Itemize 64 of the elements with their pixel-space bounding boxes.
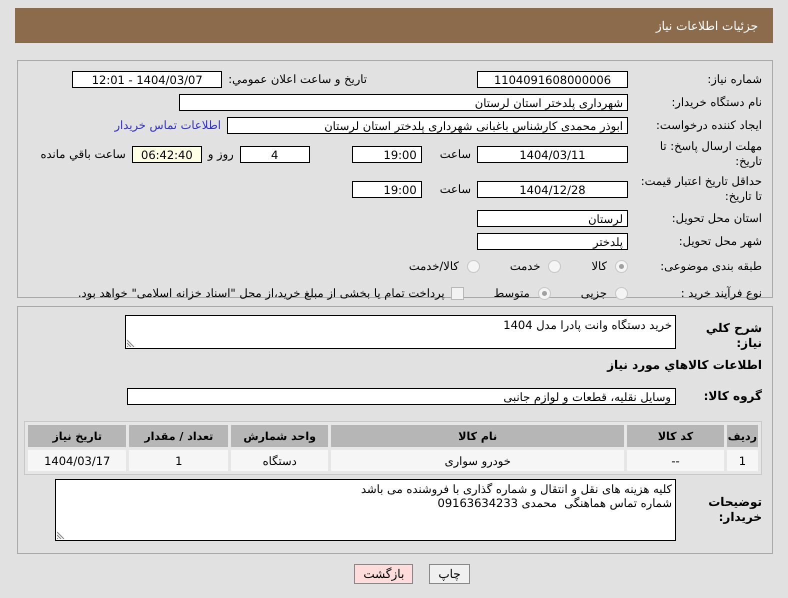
announce-date-field: 1404/03/07 - 12:01 (72, 70, 222, 88)
field-label: شهر محل تحویل: (678, 234, 762, 248)
radio-button[interactable] (548, 260, 562, 272)
column-header: نام کالا (331, 425, 624, 447)
column-header: تعداد / مقدار (129, 425, 228, 447)
back-button[interactable]: بازگشت (354, 564, 414, 584)
field-label: مهلت ارسال پاسخ: تا تاریخ: (658, 139, 762, 169)
field-label: استان محل تحویل: (670, 210, 762, 226)
section-title: اطلاعات کالاهاي مورد نياز (607, 358, 762, 372)
city-field: پلدختر (477, 232, 628, 250)
print-button[interactable]: چاپ (429, 564, 470, 584)
notes-line: کلیه هزینه های نقل و انتقال و شماره گذاری با فروشنده می باشد (361, 482, 672, 496)
table-cell: 1 (129, 450, 228, 471)
option-label: کالا/خدمت (408, 259, 459, 273)
option-label: پرداخت تمام یا بخشی از مبلغ خرید،از محل "اسناد خزانه اسلامی" خواهد بود. (78, 286, 445, 300)
option-label: متوسط (494, 286, 530, 300)
field-label: تاریخ و ساعت اعلان عمومي: (228, 72, 367, 86)
option-label: کالا (591, 259, 607, 273)
field-label: نام دستگاه خریدار: (670, 94, 762, 110)
field-label: شرح کلي نياز: (704, 320, 762, 351)
table-cell: خودرو سواری (331, 450, 624, 471)
notes-line: شماره تماس هماهنگی محمدی 09163634233 (438, 496, 672, 510)
option-label: خدمت (510, 259, 540, 273)
field-label: گروه کالا: (702, 388, 762, 404)
goods-group-field: وسایل نقلیه، قطعات و لوازم جانبی (127, 388, 676, 404)
time-label: ساعت (440, 147, 471, 161)
days-label: روز و (208, 147, 234, 161)
need-number-field: 1104091608000006 (477, 70, 628, 88)
table-cell: دستگاه (231, 450, 328, 471)
column-header: تاریخ نیاز (28, 425, 126, 447)
table-cell: 1404/03/17 (28, 450, 126, 471)
remaining-label: ساعت باقي مانده (40, 147, 126, 161)
column-header: واحد شمارش (231, 425, 328, 447)
date-field: 1404/12/28 (477, 180, 628, 198)
creator-field: ابوذر محمدی کارشناس باغبانی شهرداری پلدختر استان لرستان (227, 116, 628, 134)
table-cell: -- (627, 450, 724, 471)
column-header: کد کالا (627, 425, 724, 447)
field-label: حداقل تاریخ اعتبار قیمت: تا تاریخ: (640, 174, 762, 204)
resize-grip-icon[interactable] (57, 531, 65, 539)
province-field: لرستان (477, 210, 628, 226)
page-title: جزئیات اطلاعات نیاز (656, 18, 758, 32)
radio-button[interactable] (615, 286, 628, 300)
days-field: 4 (240, 146, 310, 162)
field-label: توضیحات خریدار: (707, 495, 762, 525)
time-label: ساعت (440, 182, 471, 196)
date-field: 1404/03/11 (477, 146, 628, 162)
radio-button[interactable] (466, 260, 480, 272)
field-label: ایجاد کننده درخواست: (655, 118, 762, 132)
table-cell: 1 (726, 450, 758, 471)
field-label: شماره نیاز: (706, 72, 762, 86)
contact-link[interactable]: اطلاعات تماس خریدار (114, 118, 221, 132)
option-label: جزیی (580, 286, 607, 300)
radio-button[interactable] (538, 286, 551, 300)
field-label: نوع فرآیند خرید : (680, 286, 762, 300)
countdown-field: 06:42:40 (132, 146, 202, 162)
field-label: طبقه بندی موضوعی: (659, 258, 762, 274)
column-header: ردیف (726, 425, 758, 447)
checkbox[interactable] (450, 286, 464, 300)
buyer-field: شهرداری پلدختر استان لرستان (179, 94, 628, 110)
time-field: 19:00 (352, 146, 422, 162)
resize-grip-icon[interactable] (127, 339, 135, 347)
time-field: 19:00 (352, 180, 422, 198)
description-text: خرید دستگاه وانت پادرا مدل 1404 (503, 318, 672, 332)
radio-button[interactable] (615, 260, 628, 272)
